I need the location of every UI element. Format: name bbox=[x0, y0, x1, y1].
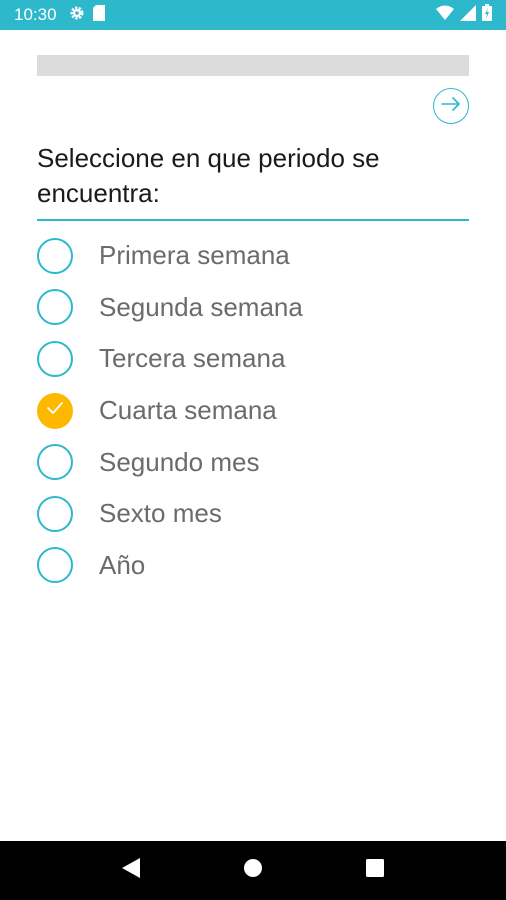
radio-button-checked[interactable] bbox=[37, 392, 73, 429]
radio-button[interactable] bbox=[37, 495, 73, 532]
battery-icon bbox=[482, 4, 492, 26]
recents-icon bbox=[366, 859, 384, 882]
option-cuarta-semana[interactable]: Cuarta semana bbox=[37, 385, 469, 437]
option-primera-semana[interactable]: Primera semana bbox=[37, 230, 469, 282]
recents-button[interactable] bbox=[355, 851, 395, 891]
option-tercera-semana[interactable]: Tercera semana bbox=[37, 333, 469, 385]
gear-icon bbox=[69, 5, 85, 26]
next-button[interactable] bbox=[433, 88, 469, 124]
period-options-list: Primera semana Segunda semana Tercera se… bbox=[37, 230, 469, 591]
option-sexto-mes[interactable]: Sexto mes bbox=[37, 488, 469, 540]
option-label: Segunda semana bbox=[99, 291, 303, 322]
question-text: Seleccione en que periodo se encuentra: bbox=[37, 143, 380, 208]
arrow-right-icon bbox=[441, 96, 461, 116]
radio-button[interactable] bbox=[37, 289, 73, 326]
question-divider bbox=[37, 219, 469, 221]
radio-button[interactable] bbox=[37, 444, 73, 481]
option-segundo-mes[interactable]: Segundo mes bbox=[37, 436, 469, 488]
signal-icon bbox=[460, 4, 476, 26]
radio-button[interactable] bbox=[37, 237, 73, 274]
home-icon bbox=[243, 858, 263, 883]
back-icon bbox=[121, 857, 141, 884]
status-time: 10:30 bbox=[14, 5, 57, 24]
wifi-icon bbox=[436, 5, 454, 26]
radio-button[interactable] bbox=[37, 547, 73, 584]
option-ano[interactable]: Año bbox=[37, 540, 469, 592]
progress-bar bbox=[37, 55, 469, 76]
status-right-icons bbox=[436, 4, 492, 26]
option-label: Sexto mes bbox=[99, 498, 222, 529]
navigation-bar bbox=[0, 841, 506, 900]
home-button[interactable] bbox=[233, 851, 273, 891]
radio-button[interactable] bbox=[37, 340, 73, 377]
option-segunda-semana[interactable]: Segunda semana bbox=[37, 282, 469, 334]
status-left-icons bbox=[69, 4, 105, 26]
sd-card-icon bbox=[92, 4, 105, 26]
checkmark-icon bbox=[46, 401, 64, 420]
option-label: Año bbox=[99, 549, 146, 580]
option-label: Primera semana bbox=[99, 240, 290, 271]
option-label: Segundo mes bbox=[99, 446, 260, 477]
back-button[interactable] bbox=[111, 851, 151, 891]
status-bar: 10:30 bbox=[0, 0, 506, 30]
option-label: Tercera semana bbox=[99, 343, 286, 374]
option-label: Cuarta semana bbox=[99, 395, 277, 426]
